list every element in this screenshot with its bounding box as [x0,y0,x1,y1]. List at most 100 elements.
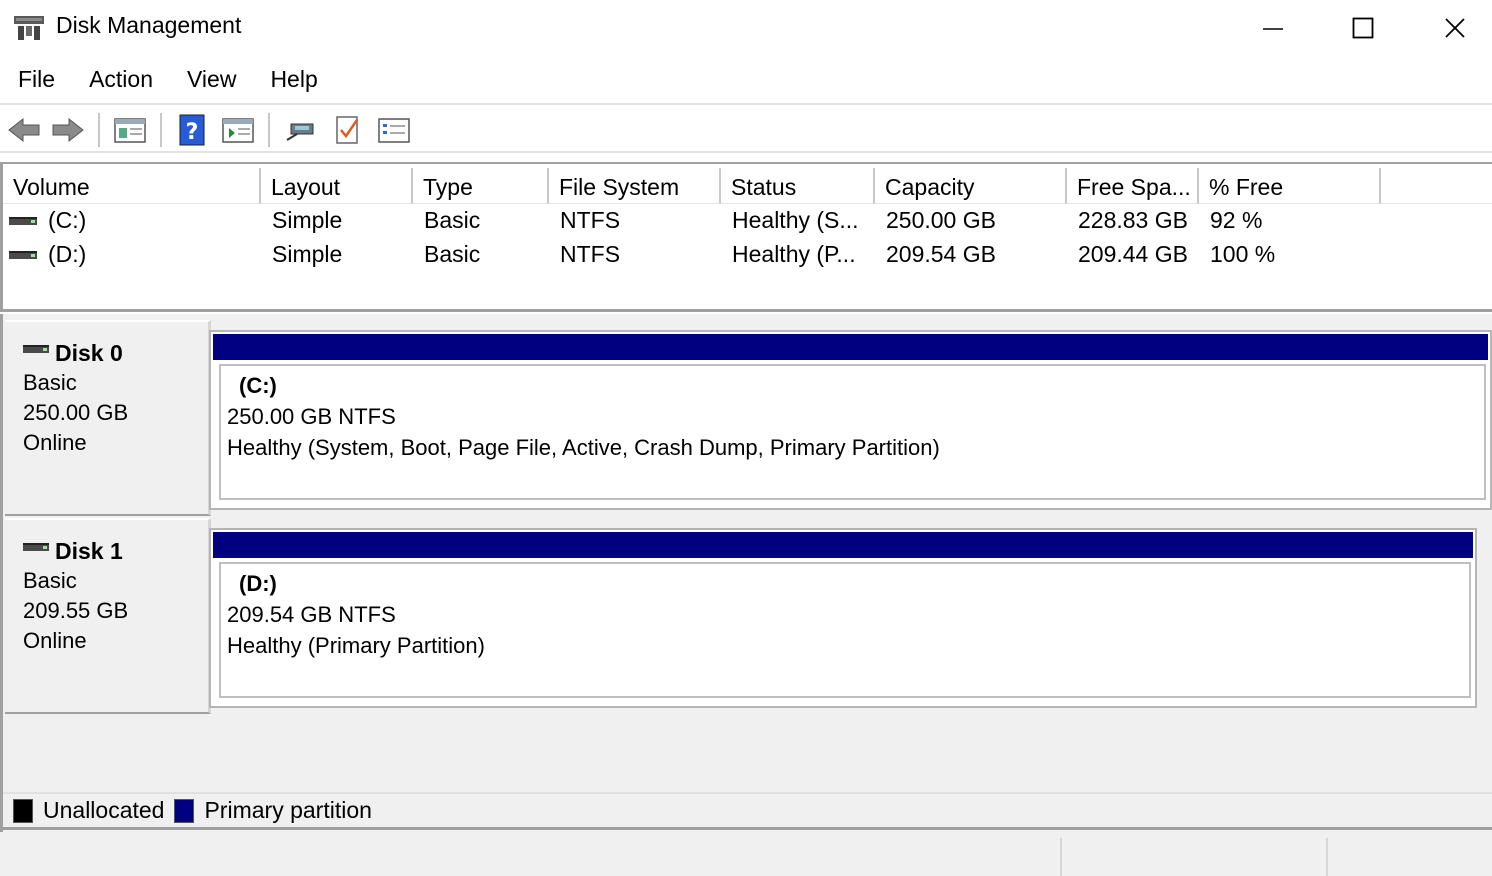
disk-1-size: 209.55 GB [23,598,129,623]
back-arrow-icon [8,117,40,143]
volume-drive-icon [9,217,37,225]
menu-action[interactable]: Action [71,58,169,102]
status-separator [1060,838,1062,876]
connect-button[interactable] [282,113,318,147]
minimize-button[interactable] [1228,0,1318,56]
disk-drive-icon [23,345,49,353]
column-header-layout[interactable]: Layout [261,168,413,204]
column-header-free-space[interactable]: Free Spa... [1067,168,1199,204]
settings-list-icon [378,118,410,143]
volume-drive-icon [9,251,37,259]
forward-button[interactable] [50,113,86,147]
table-row[interactable]: (D:) Simple Basic NTFS Healthy (P... 209… [3,238,1492,272]
cell-capacity: 209.54 GB [886,241,996,267]
disk-0-size: 250.00 GB [23,400,129,425]
cell-layout: Simple [272,241,343,267]
settings-list-button[interactable] [376,113,412,147]
column-header-empty [1381,168,1492,204]
status-separator [1326,838,1328,876]
help-icon: ? [179,114,205,146]
close-icon [1445,18,1465,38]
unallocated-swatch [13,798,33,823]
cell-volume: (D:) [48,241,87,267]
properties-button[interactable] [112,113,148,147]
show-hide-console-tree-button[interactable] [220,113,256,147]
menu-bar: File Action View Help [0,58,1492,102]
primary-partition-bar [213,334,1488,360]
legend: Unallocated Primary partition [3,792,1492,830]
toolbar-separator [160,113,162,147]
close-button[interactable] [1410,0,1492,56]
maximize-icon [1352,17,1374,39]
primary-partition-bar [213,532,1473,558]
cell-type: Basic [424,207,481,233]
disk-management-app-icon [14,16,44,40]
cell-status: Healthy (S... [732,207,859,233]
properties-icon [114,118,146,143]
cell-free-space: 228.83 GB [1078,207,1188,233]
cell-status: Healthy (P... [732,241,856,267]
status-bar [0,832,1492,876]
toolbar-separator [268,113,270,147]
connect-icon [286,123,314,141]
help-button[interactable]: ? [174,113,210,147]
column-header-type[interactable]: Type [413,168,549,204]
partition-d[interactable]: (D:) 209.54 GB NTFS Healthy (Primary Par… [219,562,1471,698]
partition-d-status: Healthy (Primary Partition) [227,633,485,658]
disk-1-title: Disk 1 [23,536,208,566]
maximize-button[interactable] [1318,0,1408,56]
legend-unallocated: Unallocated [43,797,165,823]
disk-0-label[interactable]: Disk 0 Basic 250.00 GB Online [5,320,211,516]
disk-0-partition-area[interactable]: (C:) 250.00 GB NTFS Healthy (System, Boo… [209,330,1492,510]
disk-1-name: Disk 1 [55,538,123,564]
column-header-volume[interactable]: Volume [3,168,261,204]
cell-percent-free: 100 % [1210,241,1276,267]
disk-1-state: Online [23,628,87,653]
partition-c[interactable]: (C:) 250.00 GB NTFS Healthy (System, Boo… [219,364,1486,500]
cell-percent-free: 92 % [1210,207,1263,233]
cell-layout: Simple [272,207,343,233]
menu-file[interactable]: File [0,58,71,102]
forward-arrow-icon [52,117,84,143]
disk-0-state: Online [23,430,87,455]
disk-0-title: Disk 0 [23,338,208,368]
partition-d-size: 209.54 GB NTFS [227,602,396,627]
disk-0-name: Disk 0 [55,340,123,366]
cell-file-system: NTFS [560,207,621,233]
cell-type: Basic [424,241,481,267]
column-header-file-system[interactable]: File System [549,168,721,204]
window-title: Disk Management [56,12,242,38]
disk-1-partition-area[interactable]: (D:) 209.54 GB NTFS Healthy (Primary Par… [209,528,1477,708]
volume-list: Volume Layout Type File System Status Ca… [0,162,1492,312]
volume-list-header: Volume Layout Type File System Status Ca… [3,168,1492,204]
minimize-icon [1263,28,1283,30]
column-header-status[interactable]: Status [721,168,875,204]
table-row[interactable]: (C:) Simple Basic NTFS Healthy (S... 250… [3,204,1492,238]
column-header-percent-free[interactable]: % Free [1199,168,1381,204]
disk-1-type: Basic [23,568,77,593]
check-disk-icon [336,116,359,144]
legend-primary-partition: Primary partition [204,797,372,823]
svg-text:?: ? [186,120,199,145]
disk-0-type: Basic [23,370,77,395]
cell-file-system: NTFS [560,241,621,267]
cell-free-space: 209.44 GB [1078,241,1188,267]
disk-drive-icon [23,543,49,551]
partition-c-name: (C:) [239,373,277,398]
cell-capacity: 250.00 GB [886,207,996,233]
partition-d-name: (D:) [239,571,277,596]
partition-c-status: Healthy (System, Boot, Page File, Active… [227,435,940,460]
toolbar: ? [0,103,1492,153]
check-disk-button[interactable] [330,113,366,147]
column-header-capacity[interactable]: Capacity [875,168,1067,204]
show-hide-console-tree-icon [222,118,254,143]
menu-help[interactable]: Help [252,58,333,102]
back-button[interactable] [6,113,42,147]
title-bar: Disk Management [0,0,1492,56]
toolbar-separator [98,113,100,147]
cell-volume: (C:) [48,207,87,233]
disk-graphical-view: Disk 0 Basic 250.00 GB Online (C:) 250.0… [0,314,1492,832]
menu-view[interactable]: View [169,58,252,102]
partition-c-size: 250.00 GB NTFS [227,404,396,429]
disk-1-label[interactable]: Disk 1 Basic 209.55 GB Online [5,518,211,714]
